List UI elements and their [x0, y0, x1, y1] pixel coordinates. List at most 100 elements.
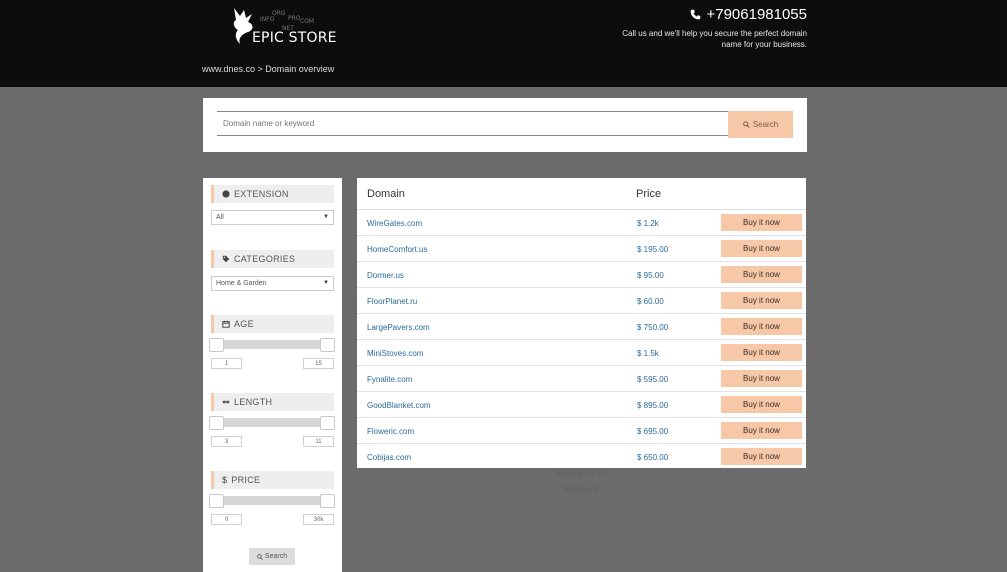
table-row: GoodBlanket.com $ 895.00 Buy it now: [357, 392, 806, 418]
extension-selected: All: [216, 214, 224, 221]
domain-price: $ 195.00: [637, 245, 669, 254]
domain-search-input[interactable]: [217, 111, 730, 136]
price-range-min-handle[interactable]: [209, 494, 224, 508]
length-range-min-handle[interactable]: [209, 416, 224, 430]
epic-store-logo[interactable]: ORG INFO PRO COM NET EPIC STORE: [230, 6, 340, 50]
domain-price: $ 1.5k: [637, 349, 659, 358]
logo-tld: INFO: [260, 16, 275, 23]
arrows-horizontal-icon: [222, 400, 230, 404]
domain-price: $ 750.00: [637, 323, 669, 332]
categories-filter-title: CATEGORIES: [211, 250, 334, 268]
table-row: Fynalite.com $ 595.00 Buy it now: [357, 366, 806, 392]
domain-link[interactable]: Dormer.us: [367, 271, 404, 280]
table-row: Floweric.com $ 695.00 Buy it now: [357, 418, 806, 444]
categories-selected: Home & Garden: [216, 280, 267, 287]
phone-text: +79061981055: [706, 6, 807, 23]
caret-down-icon: ▼: [323, 214, 329, 220]
length-filter-title: LENGTH: [211, 393, 334, 411]
age-range-track[interactable]: [211, 340, 334, 349]
phone-number[interactable]: +79061981055: [690, 6, 807, 23]
search-panel: Search: [203, 98, 807, 152]
price-min-value[interactable]: 0: [211, 514, 242, 525]
domain-link[interactable]: FloorPlanet.ru: [367, 297, 417, 306]
header-tagline: Call us and we'll help you secure the pe…: [622, 29, 807, 49]
domain-link[interactable]: HomeComfort.us: [367, 245, 427, 254]
buy-it-now-button[interactable]: Buy it now: [721, 318, 802, 335]
domain-link[interactable]: Floweric.com: [367, 427, 414, 436]
domain-column-header: Domain: [367, 188, 405, 200]
dollar-icon: $: [222, 475, 228, 485]
length-title-text: LENGTH: [234, 397, 273, 407]
buy-it-now-button[interactable]: Buy it now: [721, 292, 802, 309]
site-header: ORG INFO PRO COM NET EPIC STORE +7906198…: [0, 0, 1007, 87]
table-row: LargePavers.com $ 750.00 Buy it now: [357, 314, 806, 340]
extension-filter-title: EXTENSION: [211, 185, 334, 203]
price-filter-title: $ PRICE: [211, 471, 334, 489]
domain-results-table: Domain Price WireGates.com $ 1.2k Buy it…: [357, 178, 806, 468]
categories-select[interactable]: Home & Garden ▼: [211, 276, 334, 291]
age-range-min-handle[interactable]: [209, 338, 224, 352]
phone-icon: [691, 9, 701, 20]
table-row: MiniStoves.com $ 1.5k Buy it now: [357, 340, 806, 366]
results-count: Showing 1 of 11: [555, 470, 605, 477]
table-row: Dormer.us $ 95.00 Buy it now: [357, 262, 806, 288]
domain-price: $ 895.00: [637, 401, 669, 410]
search-button-label: Search: [752, 120, 779, 129]
table-row: Cobijas.com $ 650.00 Buy it now: [357, 444, 806, 470]
buy-it-now-button[interactable]: Buy it now: [721, 214, 802, 231]
logo-tld: COM: [300, 18, 315, 25]
price-column-header: Price: [636, 188, 662, 200]
domain-price: $ 95.00: [637, 271, 664, 280]
domain-price: $ 595.00: [637, 375, 669, 384]
age-max-value[interactable]: 15: [303, 358, 334, 369]
search-icon: [743, 121, 750, 128]
domain-link[interactable]: LargePavers.com: [367, 323, 430, 332]
categories-title-text: CATEGORIES: [234, 254, 296, 264]
age-range-max-handle[interactable]: [320, 338, 335, 352]
search-button[interactable]: Search: [728, 111, 793, 138]
extension-title-text: EXTENSION: [234, 189, 289, 199]
table-row: HomeComfort.us $ 195.00 Buy it now: [357, 236, 806, 262]
price-title-text: PRICE: [231, 475, 261, 485]
age-title-text: AGE: [234, 319, 254, 329]
search-icon: [257, 553, 263, 560]
buy-it-now-button[interactable]: Buy it now: [721, 370, 802, 387]
buy-it-now-button[interactable]: Buy it now: [721, 448, 802, 465]
age-min-value[interactable]: 1: [211, 358, 242, 369]
buy-it-now-button[interactable]: Buy it now: [721, 422, 802, 439]
domain-link[interactable]: Fynalite.com: [367, 375, 412, 384]
domain-link[interactable]: Cobijas.com: [367, 453, 411, 462]
extension-select[interactable]: All ▼: [211, 210, 334, 225]
tags-icon: [222, 255, 230, 263]
filter-search-button[interactable]: Search: [249, 548, 295, 565]
buy-it-now-button[interactable]: Buy it now: [721, 344, 802, 361]
length-min-value[interactable]: 3: [211, 436, 242, 447]
show-more-link[interactable]: Show more: [563, 486, 598, 493]
circle-icon: [222, 190, 230, 198]
price-range-max-handle[interactable]: [320, 494, 335, 508]
domain-link[interactable]: WireGates.com: [367, 219, 422, 228]
logo-tld: PRO: [288, 15, 301, 22]
logo-text: EPIC STORE: [252, 30, 337, 46]
domain-link[interactable]: MiniStoves.com: [367, 349, 423, 358]
calendar-icon: [222, 320, 230, 328]
caret-down-icon: ▼: [323, 280, 329, 286]
breadcrumb[interactable]: www.dnes.co > Domain overview: [202, 64, 334, 74]
price-range-track[interactable]: [211, 496, 334, 505]
domain-link[interactable]: GoodBlanket.com: [367, 401, 431, 410]
length-range-track[interactable]: [211, 418, 334, 427]
buy-it-now-button[interactable]: Buy it now: [721, 396, 802, 413]
length-range-max-handle[interactable]: [320, 416, 335, 430]
domain-price: $ 60.00: [637, 297, 664, 306]
table-header: Domain Price: [357, 178, 806, 210]
buy-it-now-button[interactable]: Buy it now: [721, 266, 802, 283]
domain-price: $ 695.00: [637, 427, 669, 436]
age-filter-title: AGE: [211, 315, 334, 333]
filter-sidebar: EXTENSION All ▼ CATEGORIES Home & Garden…: [203, 178, 342, 572]
domain-price: $ 1.2k: [637, 219, 659, 228]
filter-search-label: Search: [264, 553, 288, 560]
price-max-value[interactable]: 30k: [303, 514, 334, 525]
buy-it-now-button[interactable]: Buy it now: [721, 240, 802, 257]
length-max-value[interactable]: 11: [303, 436, 334, 447]
table-row: WireGates.com $ 1.2k Buy it now: [357, 210, 806, 236]
